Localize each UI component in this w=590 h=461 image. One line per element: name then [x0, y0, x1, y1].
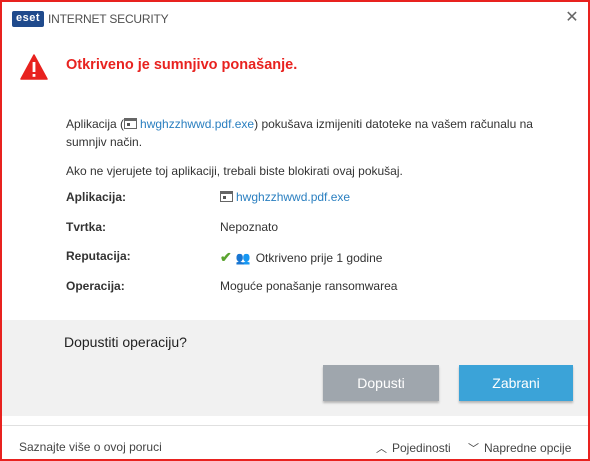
- chevron-down-icon: ﹀: [468, 443, 479, 455]
- block-button[interactable]: Zabrani: [459, 365, 573, 401]
- application-value-wrap: hwghzzhwwd.pdf.exe: [220, 190, 350, 204]
- reputation-value: Otkriveno prije 1 godine: [255, 251, 383, 265]
- advanced-options-label: Napredne opcije: [484, 441, 572, 455]
- desc-prefix: Aplikacija (: [66, 117, 125, 131]
- users-icon: 👥: [235, 251, 251, 265]
- desc-app-link[interactable]: hwghzzhwwd.pdf.exe: [140, 117, 254, 131]
- company-link[interactable]: Nepoznato: [220, 220, 278, 234]
- learn-more-link[interactable]: Saznajte više o ovoj poruci: [19, 440, 162, 454]
- allow-button[interactable]: Dopusti: [323, 365, 439, 401]
- action-question: Dopustiti operaciju?: [64, 334, 187, 350]
- application-link[interactable]: hwghzzhwwd.pdf.exe: [236, 190, 350, 204]
- details-toggle[interactable]: ︿ Pojedinosti: [376, 440, 451, 456]
- dialog-window: eset INTERNET SECURITY ✕ Otkriveno je su…: [0, 0, 590, 461]
- alert-heading: Otkriveno je sumnjivo ponašanje.: [66, 57, 298, 73]
- reputation-value-wrap: ✔ 👥 Otkriveno prije 1 godine: [220, 249, 382, 266]
- warning-icon: [20, 54, 48, 80]
- eset-logo: eset INTERNET SECURITY: [12, 11, 169, 27]
- application-label: Aplikacija:: [66, 190, 127, 204]
- product-name: INTERNET SECURITY: [48, 12, 169, 26]
- application-file-icon: [124, 118, 138, 129]
- close-icon[interactable]: ✕: [564, 10, 580, 26]
- operation-value: Moguće ponašanje ransomwarea: [220, 279, 398, 293]
- advanced-options-toggle[interactable]: ﹀ Napredne opcije: [468, 440, 571, 456]
- application-file-icon: [220, 191, 233, 202]
- checkmark-icon: ✔: [220, 249, 232, 265]
- reputation-label: Reputacija:: [66, 249, 131, 263]
- footer-bar: Saznajte više o ovoj poruci ︿ Pojedinosti…: [2, 425, 588, 459]
- alert-advice: Ako ne vjerujete toj aplikaciji, trebali…: [66, 164, 403, 178]
- title-bar: eset INTERNET SECURITY ✕: [2, 2, 588, 36]
- operation-label: Operacija:: [66, 279, 125, 293]
- details-label: Pojedinosti: [392, 441, 451, 455]
- logo-badge: eset: [12, 11, 45, 27]
- alert-description: Aplikacija (hwghzzhwwd.pdf.exe) pokušava…: [66, 115, 566, 151]
- company-label: Tvrtka:: [66, 220, 107, 234]
- chevron-up-icon: ︿: [376, 443, 387, 455]
